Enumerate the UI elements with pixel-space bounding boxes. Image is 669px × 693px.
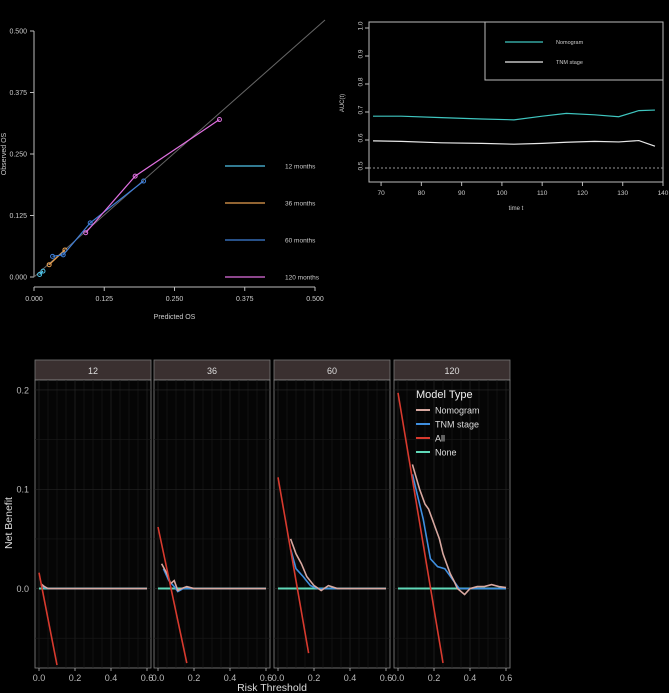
x-tick-label: 0.2 xyxy=(428,673,441,683)
y-tick-label: 0.8 xyxy=(358,77,365,86)
x-tick-label: 80 xyxy=(418,190,426,197)
y-tick-label: 0.7 xyxy=(358,105,365,114)
facet-title: 12 xyxy=(88,366,98,376)
facet-title: 120 xyxy=(444,366,459,376)
y-tick-label: 0.125 xyxy=(9,213,27,220)
y-axis-title: Observed OS xyxy=(1,132,8,175)
y-tick-label: 1.0 xyxy=(358,21,365,30)
facet-panel: 36 0.0 0.2 0.4 0.6 xyxy=(152,359,273,683)
x-tick-label: 0.2 xyxy=(308,673,321,683)
y-tick-label: 0.1 xyxy=(16,485,29,495)
series-line xyxy=(85,119,220,234)
x-tick-label: 0.4 xyxy=(344,673,357,683)
series-line xyxy=(373,109,655,121)
x-tick-label: 0.4 xyxy=(464,673,477,683)
x-axis-title: Risk Threshold xyxy=(237,682,307,693)
facet-panel: 60 0.0 0.2 0.4 0.6 xyxy=(272,359,393,683)
legend-label: Nomogram xyxy=(435,406,480,416)
x-tick-label: 0.4 xyxy=(105,673,118,683)
x-tick-label: 0.6 xyxy=(260,673,273,683)
chart-canvas: 0.000 0.125 0.250 0.375 0.500 0.000 0.125 0.250… xyxy=(1,19,669,693)
y-tick-label: 0.375 xyxy=(9,90,27,97)
x-tick-label: 0.0 xyxy=(392,673,405,683)
x-tick-label: 120 xyxy=(577,190,588,197)
legend-label: 60 months xyxy=(285,238,316,245)
y-tick-label: 0.500 xyxy=(9,29,27,36)
x-tick-label: 0.2 xyxy=(188,673,201,683)
series-line xyxy=(48,249,66,266)
y-tick-label: 0.5 xyxy=(358,161,365,170)
legend-label: TNM stage xyxy=(435,420,479,430)
y-tick-label: 0.6 xyxy=(358,133,365,142)
x-tick-label: 0.375 xyxy=(236,296,254,303)
x-tick-label: 70 xyxy=(377,190,385,197)
x-tick-label: 0.6 xyxy=(500,673,513,683)
x-tick-label: 0.500 xyxy=(306,296,324,303)
legend-label: 36 months xyxy=(285,201,316,208)
calibration-plot: 0.000 0.125 0.250 0.375 0.500 0.000 0.125 0.250… xyxy=(1,19,326,321)
y-tick-label: 0.250 xyxy=(9,152,27,159)
series-line xyxy=(373,139,656,147)
x-tick-label: 0.0 xyxy=(33,673,46,683)
legend-label: TNM stage xyxy=(556,60,583,66)
legend-label: None xyxy=(435,448,457,458)
legend-title: Model Type xyxy=(416,389,473,401)
x-tick-label: 0.0 xyxy=(272,673,285,683)
x-axis-title: Predicted OS xyxy=(154,314,196,321)
legend-label: Nomogram xyxy=(556,40,584,46)
x-axis-title: time t xyxy=(509,206,524,212)
facet-title: 36 xyxy=(207,366,217,376)
legend-label: 12 months xyxy=(285,164,316,171)
y-tick-label: 0.0 xyxy=(16,584,29,594)
x-tick-label: 100 xyxy=(496,190,507,197)
x-tick-label: 0.4 xyxy=(224,673,237,683)
x-tick-label: 0.000 xyxy=(25,296,43,303)
y-axis-title: AUC(t) xyxy=(340,94,346,112)
decision-curve-plot: 0.00.10.2Net BenefitRisk Threshold120.0 0… xyxy=(3,359,513,693)
facet-title: 60 xyxy=(327,366,337,376)
x-tick-label: 0.250 xyxy=(166,296,184,303)
y-tick-label: 0.000 xyxy=(9,275,27,282)
x-tick-label: 110 xyxy=(537,190,548,197)
legend-box xyxy=(484,21,664,81)
legend-label: All xyxy=(435,434,445,444)
x-tick-label: 140 xyxy=(658,190,669,197)
x-tick-label: 0.0 xyxy=(152,673,165,683)
auc-plot: 0.5 0.6 0.7 0.8 0.9 1.0 70 80 90 100 110 120 130 140 t… xyxy=(340,21,669,212)
legend-label: 120 months xyxy=(285,275,320,282)
x-tick-label: 0.6 xyxy=(380,673,393,683)
y-axis-title: Net Benefit xyxy=(3,497,15,549)
x-tick-label: 90 xyxy=(458,190,466,197)
x-tick-label: 0.125 xyxy=(95,296,113,303)
x-tick-label: 0.2 xyxy=(69,673,82,683)
y-tick-label: 0.2 xyxy=(16,385,29,395)
facet-panel: 120.0 0.2 0.4 0.6 xyxy=(33,359,153,683)
y-tick-label: 0.9 xyxy=(358,49,365,58)
x-tick-label: 130 xyxy=(617,190,628,197)
